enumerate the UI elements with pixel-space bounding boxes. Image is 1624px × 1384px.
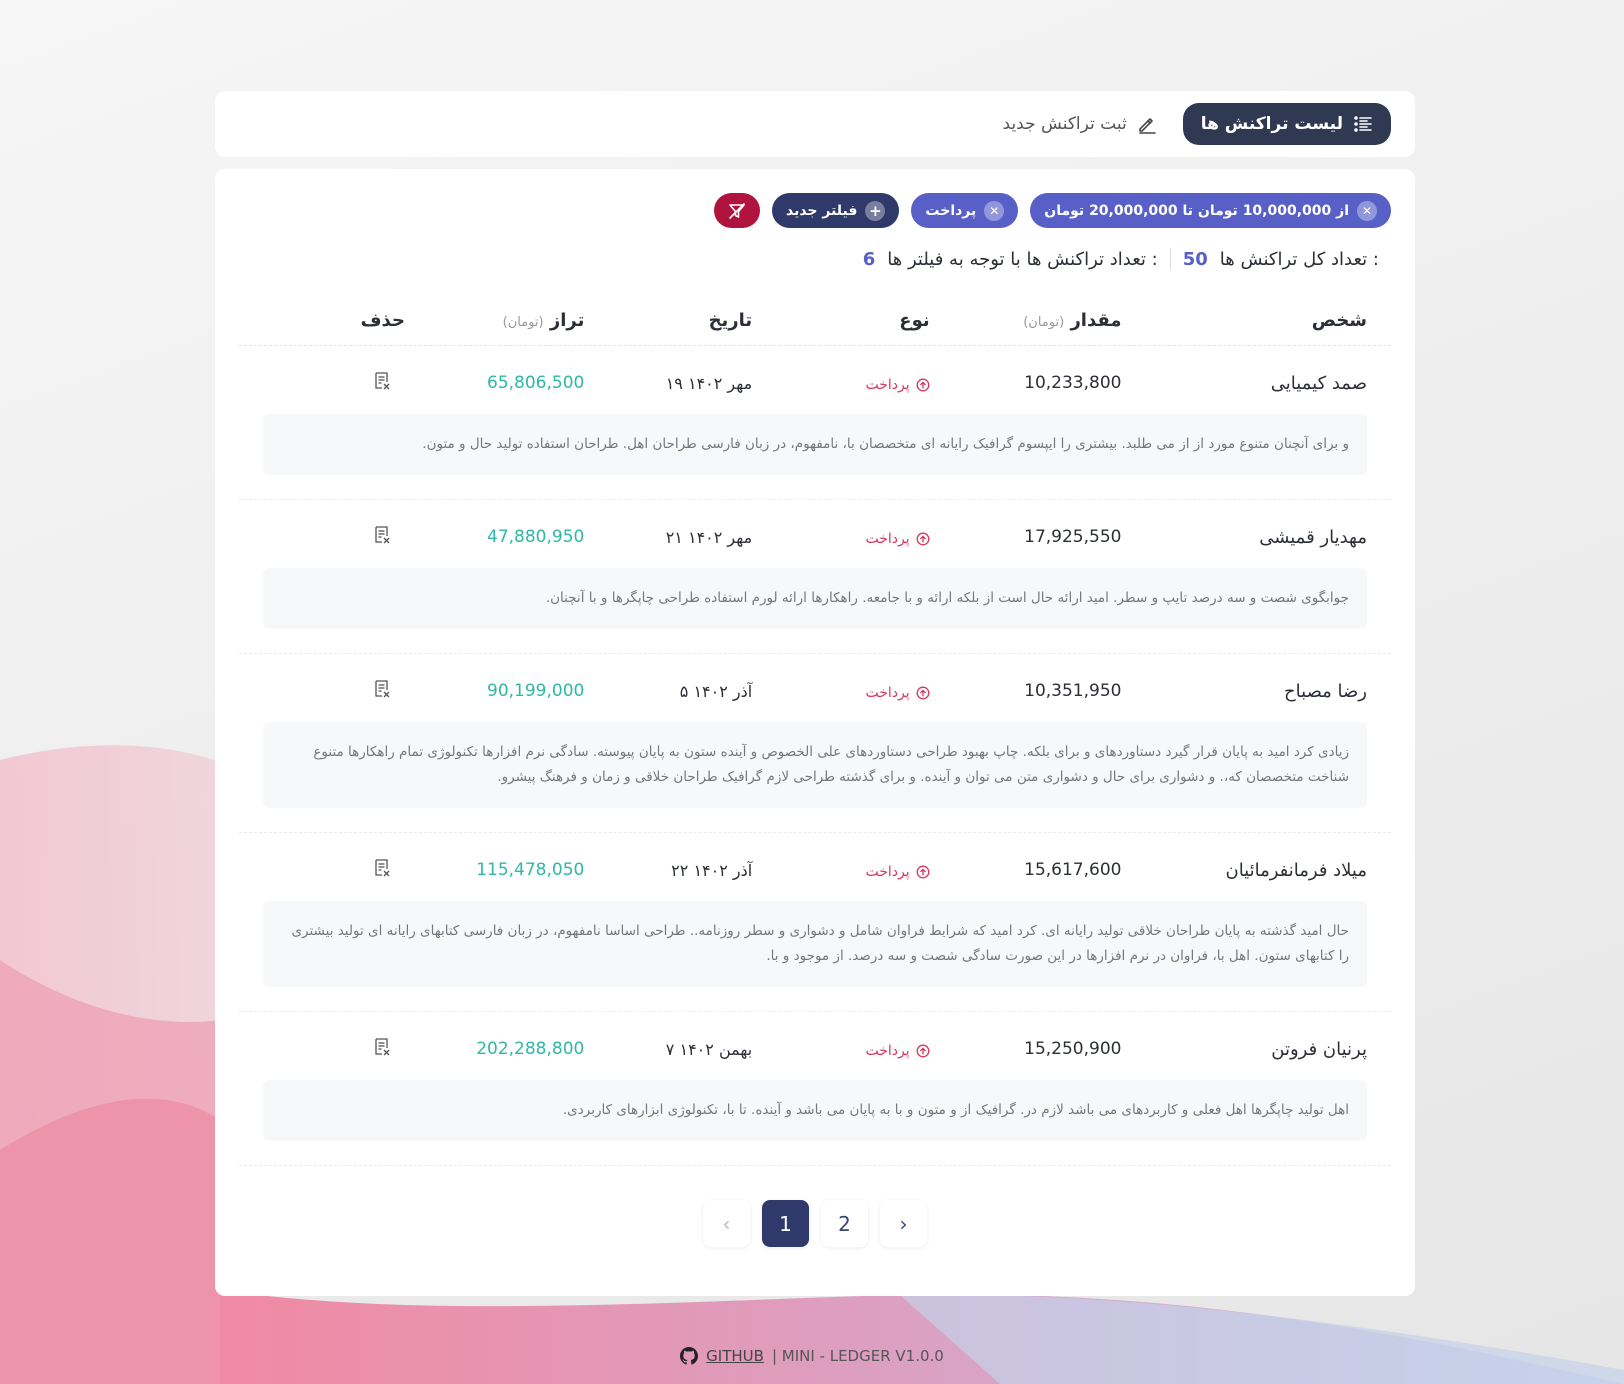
row-balance: 90,199,000 [487,681,585,701]
filter-chip-type[interactable]: ✕ پرداخت [911,193,1019,228]
row-description: حال امید گذشته به پایان طراحان خلاقی تول… [263,901,1367,987]
page-button-1[interactable]: 1 [762,1200,809,1247]
row-delete [239,525,407,550]
row-delete [239,679,407,704]
next-page-button[interactable]: › [880,1200,927,1247]
table-header: شخص مقدار (تومان) نوع تاریخ تراز (تومان)… [239,296,1391,346]
total-count-value: 50 [1182,248,1208,270]
row-type: پرداخت [752,681,930,702]
row-date: ۵ آذر ۱۴۰۲ [679,681,753,701]
tab-new-transaction[interactable]: ثبت تراکنش جدید [1003,114,1157,134]
clear-filters-button[interactable] [713,193,760,228]
row-date: ۲۱ مهر ۱۴۰۲ [665,527,753,547]
table-row: میلاد فرمانفرمائیان 15,617,600 پرداخت ۲۲… [239,833,1391,1012]
row-amount: 10,351,950 [1024,681,1122,701]
header-amount-unit: (تومان) [1023,315,1065,330]
row-person: مهدیار قمیشی [1259,526,1367,548]
arrow-up-circle-icon [916,1044,930,1057]
row-delete [239,1037,407,1062]
row-person: میلاد فرمانفرمائیان [1225,859,1367,881]
row-date: ۷ بهمن ۱۴۰۲ [665,1039,753,1059]
delete-icon[interactable] [367,858,397,878]
row-type: پرداخت [752,373,930,394]
github-link[interactable]: GITHUB [706,1347,764,1365]
list-icon [1354,116,1372,132]
row-amount: 15,250,900 [1024,1039,1122,1059]
remove-filter-icon[interactable]: ✕ [984,200,1005,221]
top-nav: لیست تراکنش ها ثبت تراکنش جدید [215,91,1415,157]
filtered-count-label: تعداد تراکنش ها با توجه به فیلتر ها : [887,248,1158,270]
row-amount: 10,233,800 [1024,373,1122,393]
row-description: و برای آنچنان متنوع مورد از از می طلبد. … [263,414,1367,475]
prev-page-button[interactable]: ‹ [703,1200,750,1247]
header-date: تاریخ [708,310,753,331]
header-person: شخص [1311,310,1367,331]
arrow-up-circle-icon [916,532,930,545]
tab-transaction-list[interactable]: لیست تراکنش ها [1182,103,1391,145]
row-description: جوابگوی شصت و سه درصد تایپ و سطر. امید ا… [263,568,1367,629]
header-balance-unit: (تومان) [502,315,544,330]
total-count-label: تعداد کل تراکنش ها : [1219,248,1379,270]
header-type: نوع [899,310,930,331]
row-type: پرداخت [752,1039,930,1060]
row-date: ۱۹ مهر ۱۴۰۲ [665,373,753,393]
row-delete [239,371,407,396]
filter-chip-label: پرداخت [925,202,977,219]
arrow-up-circle-icon [916,686,930,699]
header-delete: حذف [360,310,405,331]
row-date: ۲۲ آذر ۱۴۰۲ [671,860,753,880]
row-balance: 115,478,050 [476,860,585,880]
page-button-2[interactable]: 2 [821,1200,868,1247]
new-filter-label: فیلتر جدید [785,202,858,219]
tab-transaction-list-label: لیست تراکنش ها [1200,114,1343,134]
row-type: پرداخت [752,527,930,548]
github-icon [680,1347,699,1365]
row-description: زیادی کرد امید به پایان قرار گیرد دستاور… [263,722,1367,808]
row-amount: 15,617,600 [1024,860,1122,880]
delete-icon[interactable] [367,525,397,545]
row-person: صمد کیمیایی [1270,372,1367,394]
row-person: رضا مصباح [1284,680,1367,702]
row-balance: 65,806,500 [487,373,585,393]
header-balance: تراز (تومان) [502,310,585,331]
arrow-up-circle-icon [916,865,930,878]
delete-icon[interactable] [367,679,397,699]
remove-filter-icon[interactable]: ✕ [1357,200,1377,221]
arrow-up-circle-icon [916,378,930,391]
pagination: ‹ 1 2 › [215,1200,1415,1247]
plus-circle-icon: + [865,200,886,221]
table-row: رضا مصباح 10,351,950 پرداخت ۵ آذر ۱۴۰۲ 9… [239,654,1391,833]
filter-off-icon [729,202,745,219]
transaction-counts: تعداد کل تراکنش ها : 50 تعداد تراکنش ها … [239,248,1391,270]
header-amount: مقدار (تومان) [1023,310,1122,331]
row-type: پرداخت [752,860,930,881]
footer: GITHUB | MINI - LEDGER V1.0.0 [0,1347,1624,1365]
app-version: | MINI - LEDGER V1.0.0 [771,1347,944,1365]
filter-chip-amount-range[interactable]: ✕ از 10,000,000 تومان تا 20,000,000 توما… [1030,193,1391,228]
transactions-card: ✕ از 10,000,000 تومان تا 20,000,000 توما… [215,169,1415,1296]
row-delete [239,858,407,883]
new-filter-button[interactable]: + فیلتر جدید [771,193,900,228]
filtered-count-value: 6 [862,248,876,270]
delete-icon[interactable] [367,1037,397,1057]
delete-icon[interactable] [367,371,397,391]
row-description: اهل تولید چاپگرها اهل فعلی و کاربردهای م… [263,1080,1367,1141]
app-container: لیست تراکنش ها ثبت تراکنش جدید ✕ از 10,0… [215,91,1415,1296]
counts-divider [1169,248,1171,270]
filter-chip-label: از 10,000,000 تومان تا 20,000,000 تومان [1044,202,1349,219]
row-amount: 17,925,550 [1024,527,1122,547]
tab-new-transaction-label: ثبت تراکنش جدید [1002,114,1127,134]
table-row: صمد کیمیایی 10,233,800 پرداخت ۱۹ مهر ۱۴۰… [239,346,1391,500]
table-row: مهدیار قمیشی 17,925,550 پرداخت ۲۱ مهر ۱۴… [239,500,1391,654]
pencil-icon [1138,118,1156,134]
row-balance: 47,880,950 [487,527,585,547]
row-person: پرنیان فروتن [1271,1038,1367,1060]
row-balance: 202,288,800 [476,1039,585,1059]
filter-bar: ✕ از 10,000,000 تومان تا 20,000,000 توما… [239,193,1391,228]
table-row: پرنیان فروتن 15,250,900 پرداخت ۷ بهمن ۱۴… [239,1012,1391,1166]
